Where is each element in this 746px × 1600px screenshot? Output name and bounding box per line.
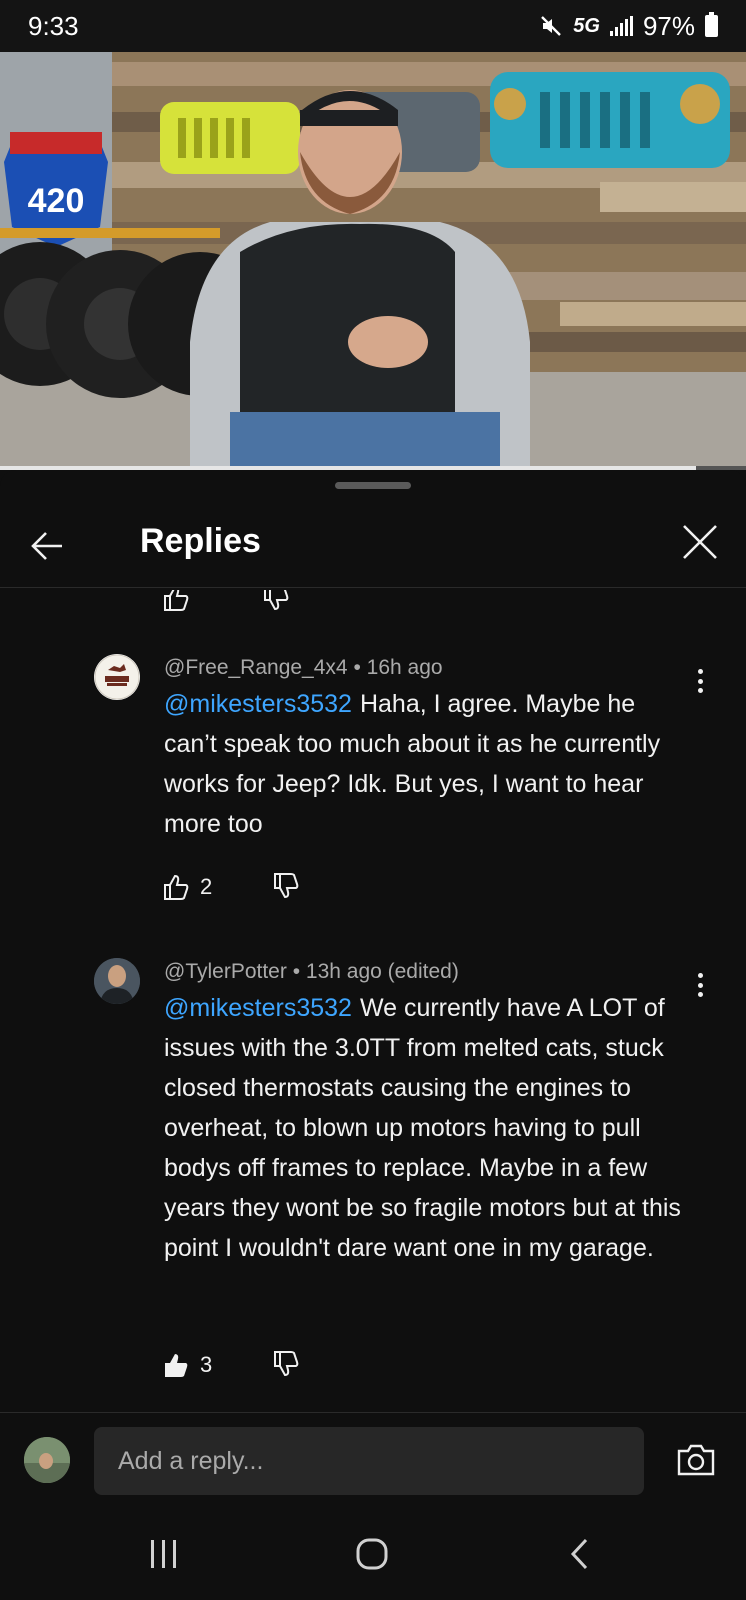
dislike-icon[interactable] [262,590,290,612]
like-icon[interactable] [162,590,190,612]
camera-icon[interactable] [676,1443,716,1477]
network-type: 5G [573,14,600,37]
battery-percent: 97% [642,10,695,41]
tyler-avatar-photo [94,958,140,1004]
recent-apps-icon [151,1540,176,1568]
video-player[interactable]: 420 [0,52,746,470]
back-arrow-icon[interactable] [26,524,70,568]
comment-actions: 3 [162,1350,299,1380]
dislike-icon[interactable] [272,1350,300,1378]
drag-handle[interactable] [335,482,411,489]
comment-meta: @TylerPotter • 13h ago (edited) [164,960,459,984]
battery-icon [705,12,718,37]
comment-time: 13h ago (edited) [305,960,459,983]
dislike-icon[interactable] [272,872,300,900]
recent-apps-button[interactable] [142,1532,186,1576]
sheet-header: Replies [0,498,746,588]
close-icon[interactable] [676,518,724,566]
like-count: 3 [200,1352,213,1377]
commenter-avatar[interactable] [94,654,140,700]
reply-bar [0,1412,746,1508]
comment-text: We currently have A LOT of issues with t… [164,994,681,1262]
signal-icon [609,16,633,36]
sheet-title: Replies [140,522,261,560]
route-sign-number: 420 [28,182,85,220]
back-button[interactable] [558,1532,602,1576]
like-count: 2 [200,874,213,899]
mention-link[interactable]: @mikesters3532 [164,690,352,718]
commenter-avatar[interactable] [94,958,140,1004]
home-button[interactable] [350,1532,394,1576]
comment-actions: 2 [162,872,299,902]
comment-author[interactable]: @Free_Range_4x4 [164,656,348,679]
like-filled-icon[interactable] [162,1351,190,1379]
comment-meta: @Free_Range_4x4 • 16h ago [164,656,443,680]
comment-time: 16h ago [366,656,443,679]
previous-comment-actions [162,590,290,616]
comment-author[interactable]: @TylerPotter [164,960,287,983]
home-icon [356,1538,388,1570]
comment-body: @mikesters3532 Haha, I agree. Maybe he ca… [164,684,694,844]
status-icons: 5G 97% [539,11,718,42]
comment-body: @mikesters3532 We currently have A LOT of… [164,988,694,1268]
user-avatar-photo [24,1437,70,1483]
meta-separator: • [292,960,306,983]
mute-icon [541,16,562,36]
status-time: 9:33 [28,10,79,41]
status-bar: 9:33 5G 97% [0,0,746,52]
video-frame: 420 [0,52,746,470]
back-icon [570,1538,588,1570]
mention-link[interactable]: @mikesters3532 [164,994,352,1022]
like-icon[interactable] [162,873,190,901]
free-range-logo [94,654,140,700]
system-nav-bar [0,1508,746,1600]
reply-input[interactable] [94,1427,644,1495]
user-avatar [24,1437,70,1483]
meta-separator: • [353,656,367,679]
